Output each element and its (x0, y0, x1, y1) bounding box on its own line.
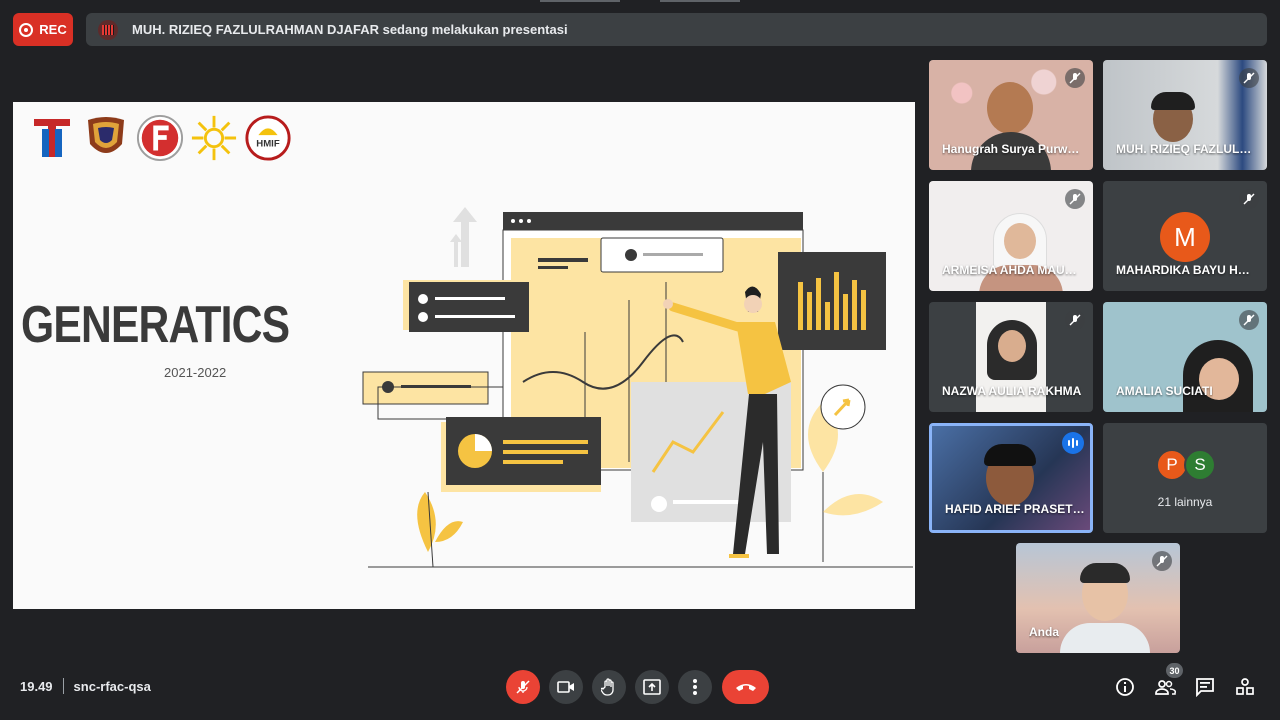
camera-toggle-button[interactable] (549, 670, 583, 704)
participant-face (987, 82, 1033, 134)
participant-name: MAHARDIKA BAYU HER... (1116, 263, 1256, 277)
meeting-info-button[interactable] (1114, 676, 1136, 698)
activities-icon (1236, 678, 1254, 695)
more-options-button[interactable] (678, 670, 712, 704)
people-icon (1155, 680, 1176, 695)
mic-off-icon (1239, 310, 1259, 330)
mic-off-icon (1239, 68, 1259, 88)
raise-hand-button[interactable] (592, 670, 626, 704)
participant-name: Hanugrah Surya Purwa... (942, 142, 1082, 156)
presenter-icon (98, 19, 118, 40)
participant-hair (1080, 563, 1130, 583)
participant-name: NAZWA AULIA RAKHMA (942, 384, 1082, 398)
slide-years: 2021-2022 (164, 365, 227, 380)
participant-name: HAFID ARIEF PRASETY... (945, 502, 1085, 516)
meeting-code[interactable]: snc-rfac-qsa (74, 679, 151, 694)
participant-body (1060, 623, 1150, 653)
slide-logos: HMIF (28, 114, 292, 162)
top-edge-indicator (540, 0, 740, 2)
recording-label: REC (39, 22, 67, 37)
hmif-logo: HMIF (244, 114, 292, 162)
participant-avatar: S (1184, 449, 1216, 481)
tut-wuri-logo (28, 114, 76, 162)
people-count-badge: 30 (1166, 663, 1183, 678)
participant-hair (984, 444, 1036, 466)
end-call-icon (735, 684, 756, 691)
participant-tile[interactable]: MUH. RIZIEQ FAZLULR... (1103, 60, 1267, 170)
chat-icon (1196, 678, 1214, 697)
mic-toggle-button[interactable] (506, 670, 540, 704)
mic-off-icon (1065, 68, 1085, 88)
more-icon (693, 679, 697, 695)
mic-off-icon (1152, 551, 1172, 571)
mic-off-icon (1065, 310, 1085, 330)
participant-hair (1151, 92, 1195, 110)
participant-tile[interactable]: AMALIA SUCIATI (1103, 302, 1267, 412)
mic-off-icon (1239, 189, 1259, 209)
more-participants-tile[interactable]: P S 21 lainnya (1103, 423, 1267, 533)
record-icon (19, 22, 34, 37)
participant-tile[interactable]: ARMEISA AHDA MAULI... (929, 181, 1093, 291)
slide-title: GENERATICS (21, 296, 290, 354)
meeting-time: 19.49 (20, 678, 53, 694)
meeting-details: 19.49 snc-rfac-qsa (20, 678, 151, 694)
participant-name: ARMEISA AHDA MAULI... (942, 263, 1082, 277)
shared-slide: HMIF GENERATICS 2021-2022 (13, 102, 915, 609)
participant-face (998, 330, 1026, 362)
self-view-tile[interactable]: Anda (1016, 543, 1180, 653)
divider (62, 678, 64, 694)
university-logo (82, 114, 130, 162)
participant-name: AMALIA SUCIATI (1116, 384, 1213, 398)
activities-button[interactable] (1234, 676, 1256, 698)
faculty-logo (136, 114, 184, 162)
info-icon (1116, 678, 1134, 696)
speaking-indicator-icon (1062, 432, 1084, 454)
people-button[interactable] (1154, 676, 1176, 698)
mic-off-icon (1065, 189, 1085, 209)
recording-badge[interactable]: REC (13, 13, 73, 46)
organization-logo (190, 114, 238, 162)
presentation-illustration (362, 207, 913, 568)
participant-tile-speaking[interactable]: HAFID ARIEF PRASETY... (929, 423, 1093, 533)
raise-hand-icon (601, 678, 614, 696)
presentation-banner-text: MUH. RIZIEQ FAZLULRAHMAN DJAFAR sedang m… (132, 22, 568, 37)
participant-tile[interactable]: Hanugrah Surya Purwa... (929, 60, 1093, 170)
present-icon (643, 679, 661, 695)
participant-name: MUH. RIZIEQ FAZLULR... (1116, 142, 1256, 156)
participant-avatar: M (1160, 212, 1210, 262)
participant-name: Anda (1029, 625, 1059, 639)
present-now-button[interactable] (635, 670, 669, 704)
chat-button[interactable] (1194, 676, 1216, 698)
mic-off-icon (516, 680, 530, 694)
more-participants-avatars: P S (1156, 449, 1216, 481)
leave-call-button[interactable] (722, 670, 769, 704)
participant-tile[interactable]: M MAHARDIKA BAYU HER... (1103, 181, 1267, 291)
participant-tile[interactable]: NAZWA AULIA RAKHMA (929, 302, 1093, 412)
presentation-banner: MUH. RIZIEQ FAZLULRAHMAN DJAFAR sedang m… (86, 13, 1267, 46)
camera-icon (557, 681, 574, 693)
svg-text:HMIF: HMIF (256, 139, 280, 150)
participant-face (1004, 223, 1036, 259)
more-participants-label: 21 lainnya (1157, 495, 1213, 509)
